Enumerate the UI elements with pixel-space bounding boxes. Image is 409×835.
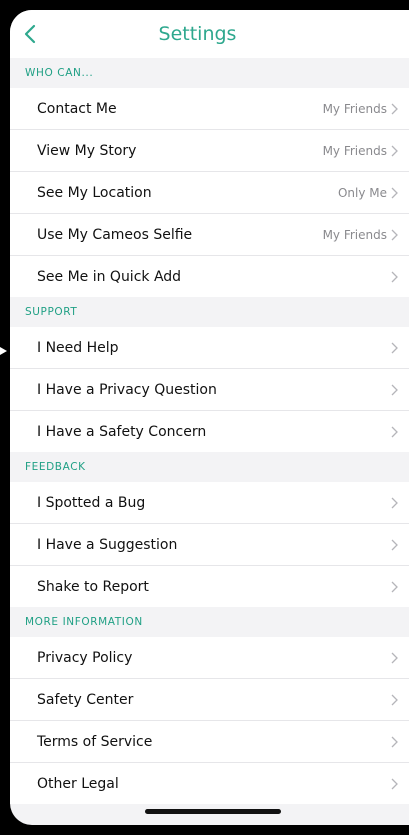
row-value: My Friends bbox=[322, 227, 387, 242]
chevron-right-icon bbox=[389, 580, 399, 594]
row-label: Contact Me bbox=[37, 100, 117, 117]
row-label: Shake to Report bbox=[37, 578, 149, 595]
chevron-right-icon bbox=[389, 228, 399, 242]
chevron-right-icon bbox=[389, 651, 399, 665]
chevron-right-icon bbox=[389, 270, 399, 284]
settings-row-privacy-policy[interactable]: Privacy Policy bbox=[10, 637, 409, 679]
row-value: Only Me bbox=[337, 185, 387, 200]
row-label: I Have a Safety Concern bbox=[37, 423, 207, 440]
settings-row-safety-center[interactable]: Safety Center bbox=[10, 679, 409, 721]
chevron-right-icon bbox=[389, 735, 399, 749]
row-label: Use My Cameos Selfie bbox=[37, 226, 193, 243]
page-title: Settings bbox=[158, 23, 237, 45]
row-label: See Me in Quick Add bbox=[37, 268, 182, 285]
settings-row-privacy-question[interactable]: I Have a Privacy Question bbox=[10, 369, 409, 411]
home-indicator[interactable] bbox=[145, 809, 281, 814]
chevron-right-icon bbox=[389, 496, 399, 510]
row-label: View My Story bbox=[37, 142, 137, 159]
chevron-right-icon bbox=[389, 186, 399, 200]
settings-row-see-me-in-quick-add[interactable]: See Me in Quick Add bbox=[10, 256, 409, 297]
settings-row-spotted-a-bug[interactable]: I Spotted a Bug bbox=[10, 482, 409, 524]
settings-row-other-legal[interactable]: Other Legal bbox=[10, 763, 409, 804]
pointer-arrow-icon bbox=[0, 347, 7, 355]
back-button[interactable] bbox=[24, 10, 52, 58]
chevron-right-icon bbox=[389, 144, 399, 158]
chevron-right-icon bbox=[389, 383, 399, 397]
nav-header: Settings bbox=[10, 10, 409, 58]
settings-screen: Settings WHO CAN... Contact Me My Friend… bbox=[10, 10, 409, 825]
settings-row-contact-me[interactable]: Contact Me My Friends bbox=[10, 88, 409, 130]
row-label: I Have a Privacy Question bbox=[37, 381, 217, 398]
row-label: Safety Center bbox=[37, 691, 134, 708]
chevron-left-icon bbox=[24, 24, 36, 44]
section-header-support: SUPPORT bbox=[10, 297, 409, 327]
row-value: My Friends bbox=[322, 143, 387, 158]
section-header-more-information: MORE INFORMATION bbox=[10, 607, 409, 637]
settings-row-use-my-cameos-selfie[interactable]: Use My Cameos Selfie My Friends bbox=[10, 214, 409, 256]
settings-row-safety-concern[interactable]: I Have a Safety Concern bbox=[10, 411, 409, 452]
settings-row-view-my-story[interactable]: View My Story My Friends bbox=[10, 130, 409, 172]
row-label: Terms of Service bbox=[37, 733, 153, 750]
section-header-feedback: FEEDBACK bbox=[10, 452, 409, 482]
settings-row-have-a-suggestion[interactable]: I Have a Suggestion bbox=[10, 524, 409, 566]
row-label: See My Location bbox=[37, 184, 152, 201]
chevron-right-icon bbox=[389, 538, 399, 552]
chevron-right-icon bbox=[389, 777, 399, 791]
row-label: I Need Help bbox=[37, 339, 119, 356]
settings-row-shake-to-report[interactable]: Shake to Report bbox=[10, 566, 409, 607]
settings-row-see-my-location[interactable]: See My Location Only Me bbox=[10, 172, 409, 214]
row-value: My Friends bbox=[322, 101, 387, 116]
chevron-right-icon bbox=[389, 693, 399, 707]
chevron-right-icon bbox=[389, 425, 399, 439]
row-label: Other Legal bbox=[37, 775, 119, 792]
chevron-right-icon bbox=[389, 341, 399, 355]
section-header-who-can: WHO CAN... bbox=[10, 58, 409, 88]
row-label: I Spotted a Bug bbox=[37, 494, 146, 511]
row-label: Privacy Policy bbox=[37, 649, 133, 666]
settings-row-terms-of-service[interactable]: Terms of Service bbox=[10, 721, 409, 763]
chevron-right-icon bbox=[389, 102, 399, 116]
row-label: I Have a Suggestion bbox=[37, 536, 178, 553]
settings-row-i-need-help[interactable]: I Need Help bbox=[10, 327, 409, 369]
